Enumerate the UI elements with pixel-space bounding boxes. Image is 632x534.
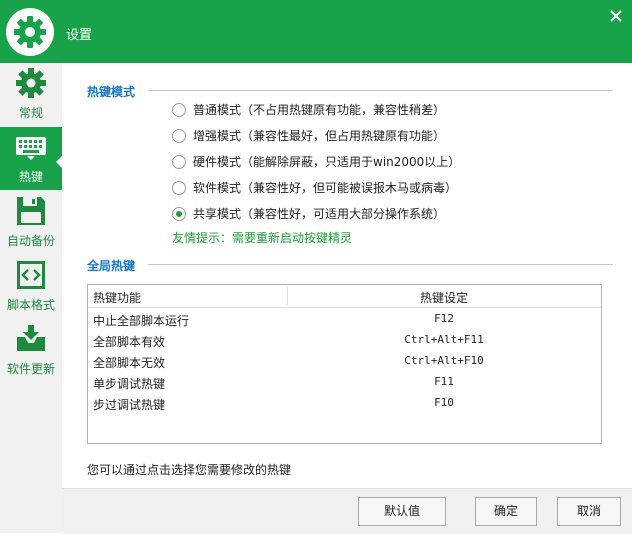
hotkey-setting: Ctrl+Alt+F10: [404, 354, 484, 367]
gear-icon: [15, 67, 47, 99]
hotkey-function: 全部脚本有效: [93, 335, 166, 349]
radio-label: 共享模式（兼容性好，可适用大部分操作系统）: [193, 207, 446, 221]
sidebar-item-script-format[interactable]: 脚本格式: [0, 255, 62, 318]
table-row[interactable]: 全部脚本有效 Ctrl+Alt+F11: [88, 330, 601, 351]
divider: [148, 264, 613, 265]
hotkey-function: 步过调试热键: [93, 398, 166, 412]
default-button[interactable]: 默认值: [358, 497, 446, 526]
keyboard-icon: [15, 131, 47, 163]
sidebar-item-software-update[interactable]: 软件更新: [0, 319, 62, 382]
table-row[interactable]: 单步调试热键 F11: [88, 372, 601, 393]
sidebar-item-auto-backup[interactable]: 自动备份: [0, 191, 62, 254]
update-icon: [15, 323, 47, 355]
radio-label: 增强模式（兼容性最好，但占用热键原有功能）: [193, 129, 446, 143]
sidebar-item-label: 热键: [18, 170, 43, 184]
sidebar-item-label: 常规: [18, 106, 43, 120]
hotkey-function: 中止全部脚本运行: [93, 314, 190, 328]
hotkey-setting: F12: [434, 312, 454, 325]
app-logo-gear-icon: [6, 8, 54, 56]
sidebar-item-label: 自动备份: [6, 234, 55, 248]
settings-content: 热键模式 普通模式（不占用热键原有功能，兼容性稍差） 增强模式（兼容性最好，但占…: [62, 63, 632, 488]
hotkey-function: 单步调试热键: [93, 377, 166, 391]
cancel-button[interactable]: 取消: [557, 497, 621, 526]
column-header-function[interactable]: 热键功能: [93, 289, 141, 306]
sidebar-item-label: 脚本格式: [6, 298, 55, 312]
hotkey-mode-title: 热键模式: [87, 85, 136, 99]
hotkey-table: 热键功能 热键设定 中止全部脚本运行 F12 全部脚本有效 Ctrl+Alt+F…: [87, 284, 602, 444]
radio-label: 普通模式（不占用热键原有功能，兼容性稍差）: [193, 103, 446, 117]
hotkey-edit-note: 您可以通过点击选择您需要修改的热键: [87, 463, 292, 477]
radio-button-checked[interactable]: [172, 207, 186, 221]
hotkey-setting: Ctrl+Alt+F11: [404, 333, 484, 346]
hotkey-function: 全部脚本无效: [93, 356, 166, 370]
close-button[interactable]: [606, 6, 626, 26]
sidebar-item-hotkey[interactable]: 热键: [0, 127, 62, 190]
sidebar-item-general[interactable]: 常规: [0, 63, 62, 126]
global-hotkeys-title: 全局热键: [87, 259, 136, 273]
title-bar: 设置: [0, 0, 632, 63]
radio-button[interactable]: [172, 181, 186, 195]
column-header-setting[interactable]: 热键设定: [344, 289, 544, 306]
radio-label: 软件模式（兼容性好，但可能被误报木马或病毒）: [193, 181, 458, 195]
radio-button[interactable]: [172, 129, 186, 143]
table-header: 热键功能 热键设定: [88, 285, 601, 308]
sidebar-item-label: 软件更新: [6, 362, 55, 376]
close-icon: [610, 10, 622, 22]
ok-button[interactable]: 确定: [475, 497, 537, 526]
hotkey-setting: F10: [434, 396, 454, 409]
code-icon: [15, 259, 47, 291]
window-title: 设置: [66, 28, 93, 43]
radio-label: 硬件模式（能解除屏蔽，只适用于win2000以上）: [193, 155, 461, 169]
radio-button[interactable]: [172, 103, 186, 117]
divider: [148, 90, 613, 91]
table-row[interactable]: 步过调试热键 F10: [88, 393, 601, 414]
sidebar: 常规 热键 自动备份 脚本格式 软件更新: [0, 63, 62, 533]
hotkey-setting: F11: [434, 375, 454, 388]
column-separator[interactable]: [287, 287, 288, 305]
save-icon: [15, 195, 47, 227]
restart-hint: 友情提示：需要重新启动按键精灵: [172, 231, 353, 245]
radio-button[interactable]: [172, 155, 186, 169]
button-bar: 默认值 确定 取消: [62, 488, 632, 534]
table-row[interactable]: 全部脚本无效 Ctrl+Alt+F10: [88, 351, 601, 372]
table-row[interactable]: 中止全部脚本运行 F12: [88, 309, 601, 330]
